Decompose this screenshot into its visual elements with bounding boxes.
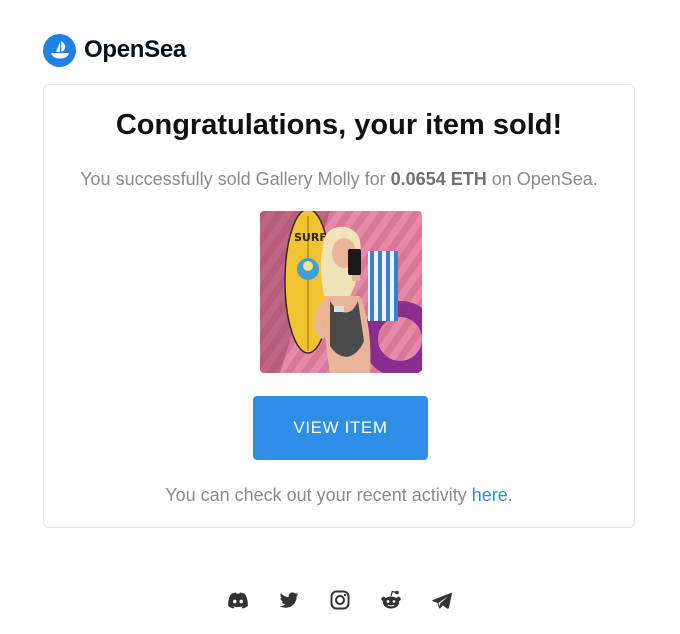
sale-summary: You successfully sold Gallery Molly for … <box>44 169 634 190</box>
sale-summary-prefix: You successfully sold Gallery Molly for <box>80 169 391 189</box>
sale-summary-suffix: on OpenSea. <box>486 169 598 189</box>
telegram-icon[interactable] <box>430 588 454 612</box>
view-item-button[interactable]: VIEW ITEM <box>253 396 428 460</box>
svg-text:SURF: SURF <box>294 231 327 244</box>
brand-name: OpenSea <box>84 36 186 63</box>
instagram-icon[interactable] <box>328 588 352 612</box>
opensea-logo[interactable]: OpenSea <box>43 33 186 67</box>
twitter-icon[interactable] <box>277 588 301 612</box>
reddit-icon[interactable] <box>379 588 403 612</box>
sale-price: 0.0654 ETH <box>390 169 487 189</box>
email-title: Congratulations, your item sold! <box>115 109 563 141</box>
item-artwork-image[interactable]: SURF <box>260 211 422 373</box>
recent-activity-prefix: You can check out your recent activity <box>165 485 472 505</box>
recent-activity-line: You can check out your recent activity h… <box>44 485 634 506</box>
discord-icon[interactable] <box>226 588 250 612</box>
recent-activity-suffix: . <box>507 485 513 505</box>
social-links <box>0 588 680 612</box>
opensea-ship-icon <box>43 33 76 67</box>
recent-activity-link[interactable]: here <box>472 485 508 505</box>
sale-notification-card: Congratulations, your item sold! You suc… <box>43 84 635 528</box>
